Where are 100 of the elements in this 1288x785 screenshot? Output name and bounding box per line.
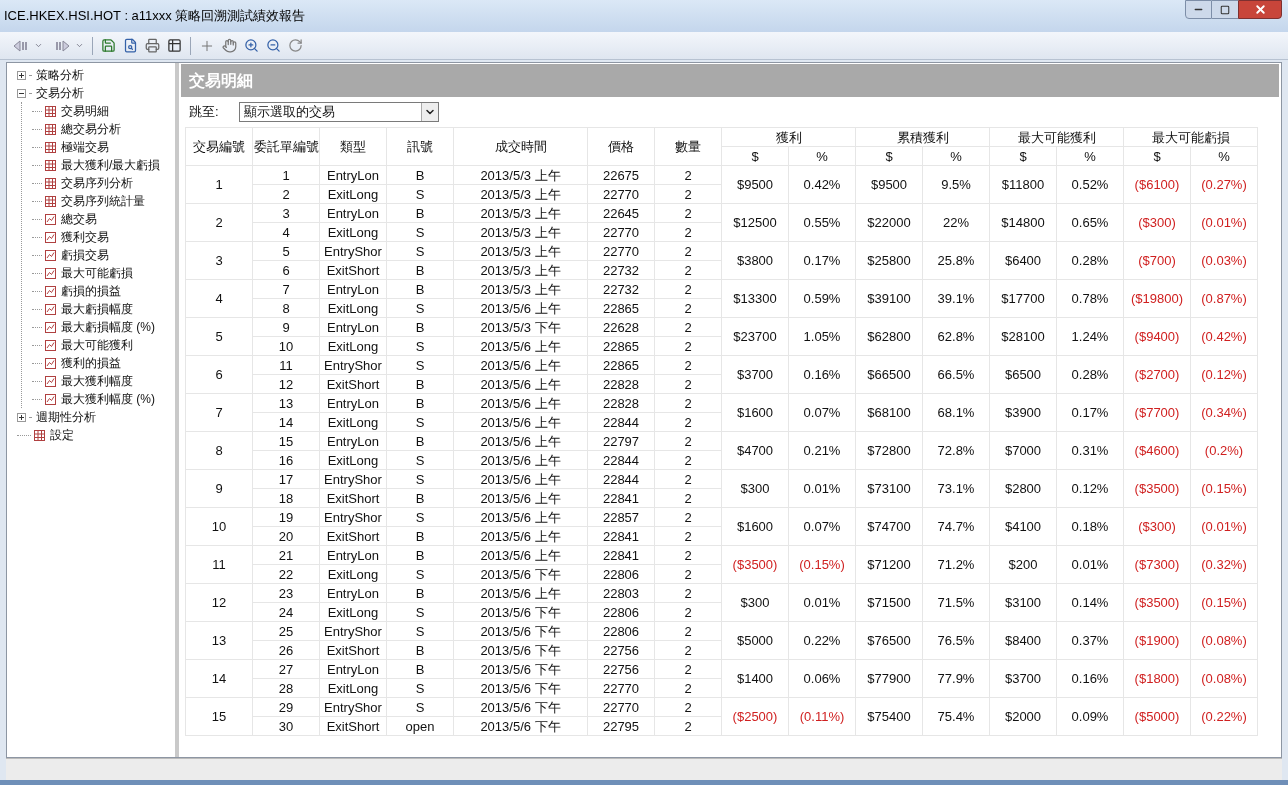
table-icon <box>45 123 56 135</box>
tree-item[interactable]: 最大獲利幅度 <box>59 372 135 390</box>
column-header: % <box>788 146 856 166</box>
tree-item[interactable]: 極端交易 <box>59 138 111 156</box>
table-cell: 2013/5/6 上午 <box>453 450 588 470</box>
table-cell: 0.16% <box>1056 659 1124 698</box>
table-cell: (0.03%) <box>1190 241 1258 280</box>
table-cell: EntryLon <box>319 393 387 413</box>
table-cell: B <box>386 659 454 679</box>
table-cell: 22770 <box>587 184 655 204</box>
maximize-button[interactable] <box>1212 0 1238 19</box>
panel-title: 交易明細 <box>189 70 253 91</box>
table-cell: $300 <box>721 583 789 622</box>
table-cell: ($6100) <box>1123 165 1191 204</box>
table-cell: $71200 <box>855 545 923 584</box>
tree-item[interactable]: 交易明細 <box>59 102 111 120</box>
column-header: 交易編號 <box>185 127 253 166</box>
tree-item[interactable]: 虧損的損益 <box>59 282 123 300</box>
expand-icon[interactable] <box>17 70 26 80</box>
chart-icon <box>45 249 56 261</box>
tree-item[interactable]: 最大獲利/最大虧損 <box>59 156 163 174</box>
table-cell: (0.27%) <box>1190 165 1258 204</box>
table-cell: 30 <box>252 716 320 736</box>
tree-item[interactable]: 週期性分析 <box>34 408 98 426</box>
table-cell: EntryLon <box>319 545 387 565</box>
table-cell: 1.05% <box>788 317 856 356</box>
column-header: 委託單編號 <box>252 127 320 166</box>
tree-item[interactable]: 最大虧損幅度 (%) <box>59 318 157 336</box>
table-cell: 0.01% <box>788 469 856 508</box>
table-cell: EntryShor <box>319 355 387 375</box>
table-cell: 2013/5/3 上午 <box>453 241 588 261</box>
table-cell: $300 <box>721 469 789 508</box>
table-cell: 1 <box>252 165 320 185</box>
tree-item[interactable]: 獲利交易 <box>59 228 111 246</box>
collapse-icon[interactable] <box>17 88 26 98</box>
table-cell: ExitLong <box>319 298 387 318</box>
table-cell: S <box>386 450 454 470</box>
table-cell: 10 <box>252 336 320 356</box>
table-cell: 9.5% <box>922 165 990 204</box>
table-cell: S <box>386 298 454 318</box>
tree-item[interactable]: 最大可能虧損 <box>59 264 135 282</box>
table-cell: 22675 <box>587 165 655 185</box>
tree-item[interactable]: 獲利的損益 <box>59 354 123 372</box>
table-cell: $3700 <box>721 355 789 394</box>
tree-item[interactable]: 策略分析 <box>34 66 86 84</box>
tree-item[interactable]: 設定 <box>48 426 76 444</box>
maximize-icon <box>1220 4 1230 15</box>
table-cell: 22806 <box>587 621 655 641</box>
tree-item[interactable]: 最大獲利幅度 (%) <box>59 390 157 408</box>
table-cell: 1.24% <box>1056 317 1124 356</box>
table-cell: (0.87%) <box>1190 279 1258 318</box>
table-cell: (0.15%) <box>1190 469 1258 508</box>
table-cell: ($7700) <box>1123 393 1191 432</box>
table-cell: (0.11%) <box>788 697 856 736</box>
table-cell: 22770 <box>587 241 655 261</box>
table-cell: 12 <box>252 374 320 394</box>
table-cell: 8 <box>252 298 320 318</box>
table-cell: ($3500) <box>1123 583 1191 622</box>
table-cell: 22756 <box>587 659 655 679</box>
table-cell: $2000 <box>989 697 1057 736</box>
expand-icon[interactable] <box>17 412 26 422</box>
table-cell: 22% <box>922 203 990 242</box>
column-header: 價格 <box>587 127 655 166</box>
table-cell: S <box>386 678 454 698</box>
jump-select[interactable]: 顯示選取的交易 <box>238 102 439 122</box>
table-cell: 0.06% <box>788 659 856 698</box>
table-cell: 2013/5/6 上午 <box>453 526 588 546</box>
tree-item[interactable]: 總交易 <box>59 210 99 228</box>
table-cell: 0.01% <box>788 583 856 622</box>
close-button[interactable] <box>1238 0 1282 19</box>
table-cell: 22841 <box>587 545 655 565</box>
table-cell: 22857 <box>587 507 655 527</box>
table-cell: 22732 <box>587 279 655 299</box>
table-cell: 22770 <box>587 222 655 242</box>
tree-item[interactable]: 交易分析 <box>34 84 86 102</box>
table-cell: (0.2%) <box>1190 431 1258 470</box>
table-cell: 16 <box>252 450 320 470</box>
table-cell: 2013/5/6 下午 <box>453 564 588 584</box>
tree-item[interactable]: 最大虧損幅度 <box>59 300 135 318</box>
table-cell: ExitLong <box>319 564 387 584</box>
table-cell: B <box>386 203 454 223</box>
tree-item[interactable]: 總交易分析 <box>59 120 123 138</box>
table-cell: 2 <box>252 184 320 204</box>
table-cell: S <box>386 564 454 584</box>
table-cell: 2013/5/6 上午 <box>453 431 588 451</box>
table-cell: (0.01%) <box>1190 507 1258 546</box>
table-cell: 7 <box>185 393 253 432</box>
table-cell: 0.31% <box>1056 431 1124 470</box>
tree-item[interactable]: 最大可能獲利 <box>59 336 135 354</box>
tree-item[interactable]: 虧損交易 <box>59 246 111 264</box>
table-cell: 2 <box>654 545 722 565</box>
table-cell: B <box>386 374 454 394</box>
table-cell: ExitLong <box>319 678 387 698</box>
table-cell: EntryLon <box>319 431 387 451</box>
table-cell: 22803 <box>587 583 655 603</box>
table-cell: 22844 <box>587 450 655 470</box>
tree-item[interactable]: 交易序列統計量 <box>59 192 147 210</box>
column-header: $ <box>1123 146 1191 166</box>
table-cell: 22828 <box>587 393 655 413</box>
tree-item[interactable]: 交易序列分析 <box>59 174 135 192</box>
